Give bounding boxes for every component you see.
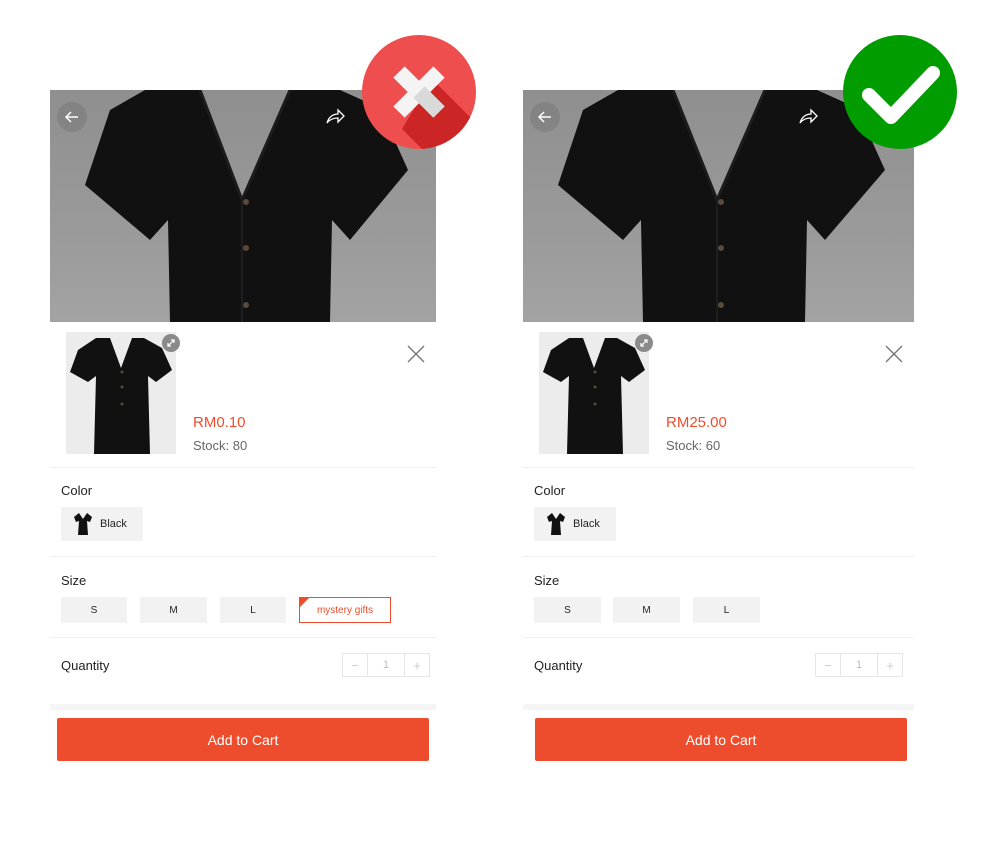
color-section-label: Color [534, 483, 566, 498]
divider [523, 637, 914, 638]
size-option-label: mystery gifts [316, 604, 374, 616]
close-icon [885, 345, 903, 363]
quantity-increase-button[interactable]: + [405, 654, 429, 676]
quantity-value[interactable]: 1 [840, 654, 878, 676]
quantity-label: Quantity [534, 658, 583, 673]
expand-icon [640, 339, 648, 347]
size-section-label: Size [61, 573, 87, 588]
color-option-black[interactable]: Black [534, 507, 616, 541]
quantity-increase-button[interactable]: + [878, 654, 902, 676]
selected-corner-flag [299, 597, 310, 608]
divider [50, 556, 436, 557]
color-option-black[interactable]: Black [61, 507, 143, 541]
stock-label: Stock: 80 [193, 438, 248, 453]
add-to-cart-button[interactable]: Add to Cart [57, 718, 429, 761]
dress-swatch-icon [74, 513, 92, 535]
color-option-label: Black [573, 518, 600, 530]
size-option-l[interactable]: L [220, 597, 286, 623]
back-button[interactable] [530, 102, 560, 132]
divider [50, 637, 436, 638]
share-icon [326, 108, 345, 124]
size-option-m[interactable]: M [140, 597, 207, 623]
footer-separator [50, 704, 436, 710]
product-thumbnail [66, 332, 176, 454]
size-section-label: Size [534, 573, 560, 588]
size-option-mystery-gifts[interactable]: mystery gifts [299, 597, 391, 623]
quantity-decrease-button[interactable]: − [816, 654, 840, 676]
product-variant-panel-correct: RM25.00 Stock: 60 Color Black Size S M L… [523, 90, 914, 770]
color-section-label: Color [61, 483, 93, 498]
back-button[interactable] [57, 102, 87, 132]
divider [50, 467, 436, 468]
footer-separator [523, 704, 914, 710]
dress-thumbnail-image [539, 332, 649, 454]
cross-mark-icon [393, 66, 476, 149]
quantity-label: Quantity [61, 658, 110, 673]
variant-sheet: RM25.00 Stock: 60 Color Black Size S M L… [523, 322, 914, 770]
arrow-left-icon [64, 111, 78, 123]
close-icon [407, 345, 425, 363]
variant-sheet: RM0.10 Stock: 80 Color Black Size S M L … [50, 322, 436, 770]
product-thumbnail [539, 332, 649, 454]
quantity-stepper: − 1 + [815, 653, 903, 677]
expand-image-button[interactable] [635, 334, 653, 352]
share-icon [799, 108, 818, 124]
size-option-s[interactable]: S [534, 597, 601, 623]
quantity-decrease-button[interactable]: − [343, 654, 367, 676]
dress-swatch-icon [547, 513, 565, 535]
size-option-s[interactable]: S [61, 597, 127, 623]
quantity-stepper: − 1 + [342, 653, 430, 677]
close-button[interactable] [880, 340, 908, 368]
price-label: RM0.10 [193, 414, 246, 431]
dress-thumbnail-image [66, 332, 176, 454]
correct-badge [843, 35, 957, 149]
product-variant-panel-incorrect: RM0.10 Stock: 80 Color Black Size S M L … [50, 90, 436, 770]
add-to-cart-button[interactable]: Add to Cart [535, 718, 907, 761]
divider [523, 467, 914, 468]
color-option-label: Black [100, 518, 127, 530]
quantity-value[interactable]: 1 [367, 654, 405, 676]
expand-image-button[interactable] [162, 334, 180, 352]
divider [523, 556, 914, 557]
stock-label: Stock: 60 [666, 438, 721, 453]
incorrect-badge [362, 35, 476, 149]
share-button[interactable] [793, 102, 823, 132]
price-label: RM25.00 [666, 414, 727, 431]
size-option-l[interactable]: L [693, 597, 760, 623]
expand-icon [167, 339, 175, 347]
check-mark-icon [862, 66, 940, 124]
share-button[interactable] [320, 102, 350, 132]
close-button[interactable] [402, 340, 430, 368]
arrow-left-icon [537, 111, 551, 123]
size-option-m[interactable]: M [613, 597, 680, 623]
